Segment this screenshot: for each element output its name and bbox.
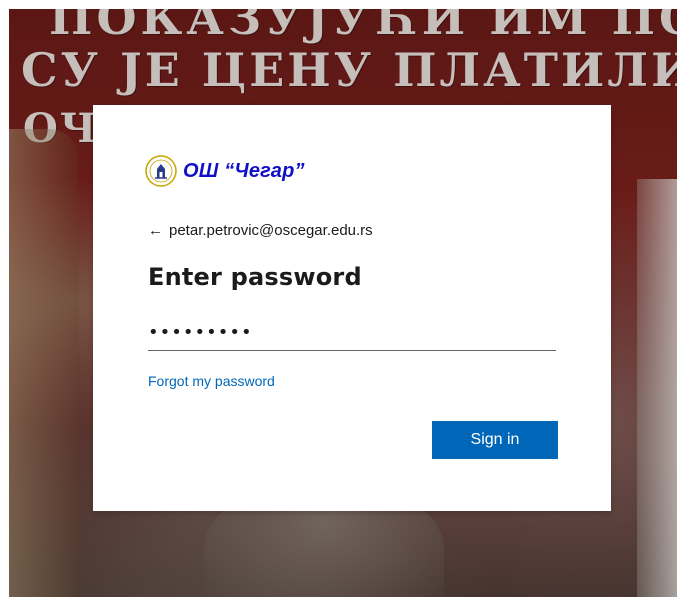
- identity-banner[interactable]: ← petar.petrovic@oscegar.edu.rs: [148, 222, 373, 239]
- sign-in-button[interactable]: Sign in: [432, 421, 558, 459]
- password-field-container: [148, 315, 556, 351]
- background-column: [637, 179, 677, 597]
- sign-in-card: ОШ “Чегар” ← petar.petrovic@oscegar.edu.…: [93, 105, 611, 511]
- organization-branding: ОШ “Чегар”: [145, 155, 305, 187]
- school-seal-icon: [145, 155, 177, 187]
- page-title: Enter password: [148, 263, 362, 291]
- background-inscription-line: ПОКАЗУЈУЋИ ИМ ПО НАЊУ: [49, 9, 677, 45]
- background-inscription-line: СУ ЈЕ ЦЕНУ ПЛАТИЛИ ЊИХОВИ: [21, 43, 677, 97]
- password-input[interactable]: [148, 315, 556, 349]
- back-arrow-icon[interactable]: ←: [148, 223, 163, 238]
- background-fresco-figure: [9, 129, 79, 597]
- forgot-password-link[interactable]: Forgot my password: [148, 373, 275, 389]
- account-email: petar.petrovic@oscegar.edu.rs: [169, 222, 373, 239]
- organization-name: ОШ “Чегар”: [183, 159, 305, 182]
